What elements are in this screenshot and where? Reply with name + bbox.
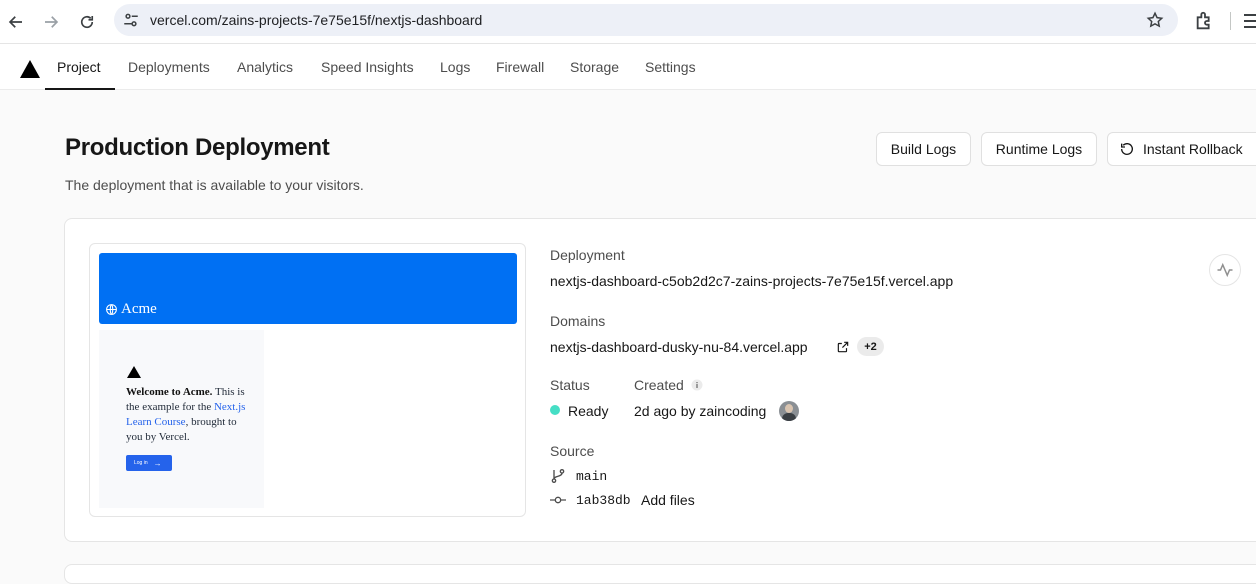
tab-analytics[interactable]: Analytics (237, 59, 293, 75)
preview-panel: Welcome to Acme. This is the example for… (99, 330, 264, 508)
back-arrow-icon (8, 16, 22, 28)
external-link-icon[interactable] (836, 340, 850, 354)
extensions-icon[interactable] (1194, 10, 1216, 32)
build-logs-button[interactable]: Build Logs (876, 132, 971, 166)
domains-label: Domains (550, 313, 606, 329)
tab-project[interactable]: Project (57, 59, 101, 75)
git-branch-icon (551, 469, 565, 483)
reload-button[interactable] (73, 8, 101, 36)
deployment-label: Deployment (550, 247, 625, 263)
tab-storage[interactable]: Storage (570, 59, 619, 75)
activity-button[interactable] (1209, 254, 1241, 286)
runtime-logs-button[interactable]: Runtime Logs (981, 132, 1097, 166)
tab-settings[interactable]: Settings (645, 59, 696, 75)
next-card (64, 564, 1256, 584)
tab-deployments[interactable]: Deployments (128, 59, 210, 75)
deployment-url-link[interactable]: nextjs-dashboard-c5ob2d2c7-zains-project… (550, 273, 953, 289)
browser-toolbar: vercel.com/zains-projects-7e75e15f/nextj… (0, 0, 1256, 44)
project-navigation: Project Deployments Analytics Speed Insi… (0, 44, 1256, 90)
preview-login-button: Log in → (126, 455, 172, 471)
forward-button[interactable] (37, 8, 65, 36)
avatar[interactable] (779, 401, 799, 421)
build-logs-label: Build Logs (890, 141, 957, 157)
site-settings-icon[interactable] (122, 11, 140, 29)
url-text[interactable]: vercel.com/zains-projects-7e75e15f/nextj… (150, 12, 482, 28)
globe-icon (106, 304, 117, 315)
created-label: Created (634, 377, 684, 393)
address-bar[interactable]: vercel.com/zains-projects-7e75e15f/nextj… (114, 4, 1178, 36)
branch-name[interactable]: main (576, 469, 607, 484)
rollback-icon (1121, 143, 1133, 155)
commit-message[interactable]: Add files (641, 492, 695, 508)
status-ready-dot (550, 405, 560, 415)
runtime-logs-label: Runtime Logs (995, 141, 1083, 157)
more-domains-badge[interactable]: +2 (857, 337, 884, 356)
deployment-preview[interactable]: Acme Welcome to Acme. This is the exampl… (89, 243, 526, 517)
preview-login-label: Log in (134, 460, 148, 466)
active-tab-indicator (45, 88, 115, 90)
created-value: 2d ago by zaincoding (634, 403, 767, 419)
star-icon[interactable] (1146, 11, 1164, 29)
status-label: Status (550, 377, 590, 393)
toolbar-separator (1230, 12, 1231, 30)
tab-logs[interactable]: Logs (440, 59, 470, 75)
instant-rollback-button[interactable]: Instant Rollback (1107, 132, 1256, 166)
vercel-logo-icon[interactable] (20, 60, 40, 78)
forward-arrow-icon (45, 16, 59, 28)
preview-brand: Acme (105, 301, 157, 318)
source-label: Source (550, 443, 595, 459)
preview-welcome-text: Welcome to Acme. This is the example for… (126, 385, 251, 445)
activity-icon (1217, 262, 1233, 278)
back-button[interactable] (2, 8, 30, 36)
tab-firewall[interactable]: Firewall (496, 59, 544, 75)
preview-brand-text: Acme (121, 301, 157, 317)
menu-icon[interactable] (1244, 10, 1256, 32)
status-value: Ready (568, 403, 609, 419)
reload-icon (80, 15, 94, 29)
arrow-right-icon: → (153, 458, 162, 468)
page-title: Production Deployment (65, 134, 330, 161)
git-commit-icon (550, 496, 566, 504)
info-icon[interactable] (691, 379, 703, 391)
domain-link[interactable]: nextjs-dashboard-dusky-nu-84.vercel.app (550, 339, 808, 355)
tab-speed-insights[interactable]: Speed Insights (321, 59, 414, 75)
preview-banner: Acme (99, 253, 517, 324)
preview-welcome-bold: Welcome to Acme. (126, 386, 213, 398)
page-subtitle: The deployment that is available to your… (65, 177, 364, 193)
commit-hash[interactable]: 1ab38db (576, 493, 631, 508)
triangle-logo-icon (127, 366, 141, 378)
instant-rollback-label: Instant Rollback (1143, 141, 1243, 157)
